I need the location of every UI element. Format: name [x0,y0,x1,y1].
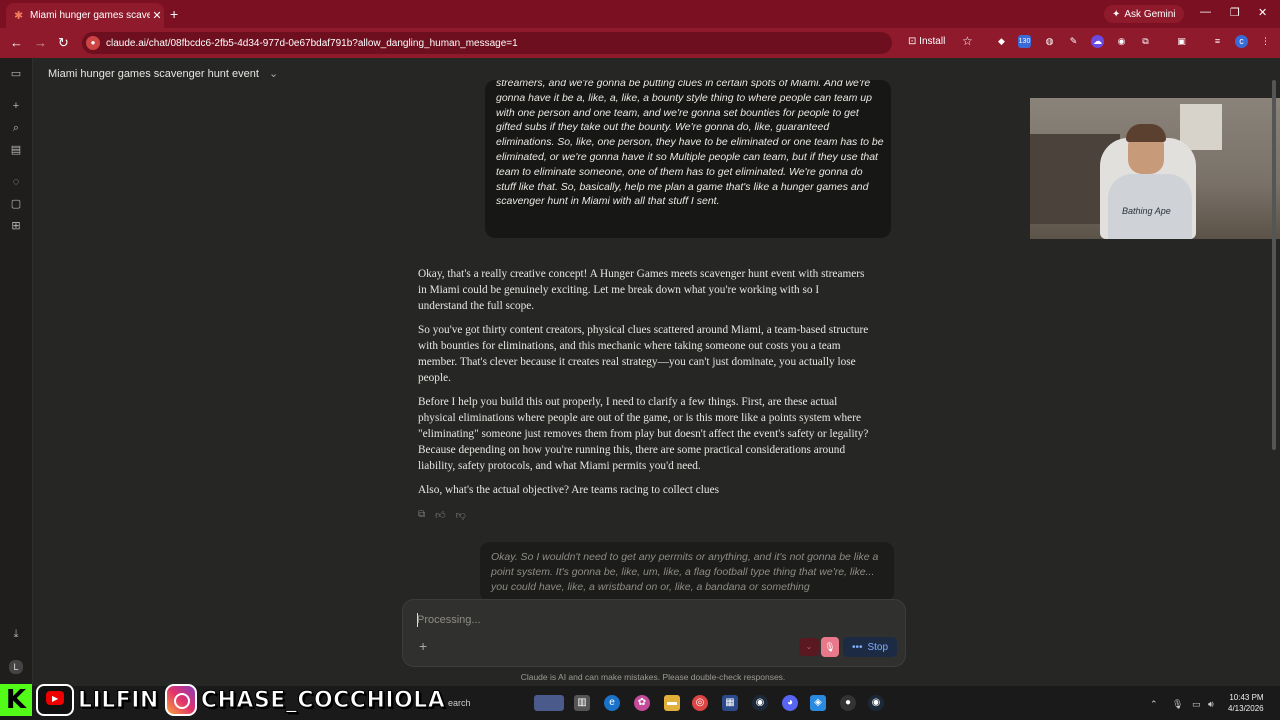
kick-logo-icon: K [0,684,32,716]
user-message-pending: Okay. So I wouldn't need to get any perm… [480,542,894,602]
store-icon[interactable]: ▦ [722,695,738,711]
artifacts-icon[interactable]: ▢ [10,198,22,210]
steam-icon[interactable]: ◉ [752,695,768,711]
app-sidebar: ▭ + ⌕ ▤ ◌ ▢ ⊞ ⤓ L [0,58,33,686]
sidebar-toggle-icon[interactable]: ▭ [10,68,22,80]
tab-close-button[interactable]: ✕ [150,9,164,22]
user-avatar[interactable]: L [9,660,23,674]
chrome-icon[interactable]: ◎ [692,695,708,711]
profile-avatar-icon[interactable]: c [1235,35,1248,48]
obs-icon[interactable]: ● [840,695,856,711]
stop-label: Stop [867,641,889,653]
recording-mic-button[interactable]: 🎙︎ [821,637,839,657]
tray-volume-icon[interactable]: 🔊︎ [1208,699,1214,710]
file-explorer-icon[interactable]: ▬ [664,695,680,711]
message-composer: Processing... + ⌄ 🎙︎ ••• Stop [402,599,906,667]
url-bar[interactable]: ● claude.ai/chat/08fbcdc6-2fb5-4d34-977d… [82,32,892,54]
voice-dropdown-button[interactable]: ⌄ [799,638,819,656]
overlay-handle-youtube: LILFIN [78,687,159,713]
url-text: claude.ai/chat/08fbcdc6-2fb5-4d34-977d-0… [106,37,518,49]
extensions-puzzle-icon[interactable]: ⧉ [1139,35,1152,48]
assistant-paragraph: So you've got thirty content creators, p… [418,324,869,384]
extension-circle-icon[interactable]: ◉ [1115,35,1128,48]
taskbar-clock[interactable]: 10:43 PM 4/13/2026 [1228,692,1264,714]
new-chat-icon[interactable]: + [10,100,22,112]
webcam-window [1180,104,1222,150]
minimize-button[interactable]: — [1200,6,1211,18]
task-view-icon[interactable]: ▥ [574,695,590,711]
reload-button[interactable]: ↻ [58,35,69,51]
apps-grid-icon[interactable]: ⊞ [10,220,22,232]
projects-icon[interactable]: ▤ [10,144,22,156]
assistant-paragraph: Okay, that's a really creative concept! … [418,268,865,312]
tray-mic-icon[interactable]: 🎙︎ [1172,699,1183,710]
gemini-icon: ✦ [1112,8,1121,20]
taskbar-search[interactable]: earch [448,698,471,708]
copilot-icon[interactable]: ✿ [634,695,650,711]
tray-chevron-icon[interactable]: ⌃ [1150,699,1158,710]
claude-favicon-icon: ✱ [14,9,24,22]
maximize-button[interactable]: ❐ [1230,6,1240,19]
disclaimer-text: Claude is AI and can make mistakes. Plea… [520,672,786,682]
extension-cloud-icon[interactable]: ☁ [1091,35,1104,48]
tray-network-icon[interactable]: ▭ [1192,699,1201,710]
scrollbar[interactable] [1272,80,1276,450]
thumbs-down-icon[interactable]: 👎︎ [456,509,466,521]
social-overlay: K ▶ LILFIN CHASE_COCCHIOLA [0,682,445,718]
microphone-icon: ● [86,36,100,50]
clock-date: 4/13/2026 [1228,704,1264,713]
new-tab-button[interactable]: + [170,6,178,22]
dots-icon: ••• [851,641,863,653]
discord-icon[interactable]: ◕ [782,695,798,711]
thumbs-up-icon[interactable]: 👍︎ [435,509,445,521]
browser-tab-bar: ✱ Miami hunger games scave ✕ + ✦ Ask Gem… [0,0,1280,28]
clock-time: 10:43 PM [1229,693,1264,702]
download-icon[interactable]: ⤓ [10,628,22,640]
user-message-text: Okay. So I wouldn't need to get any perm… [491,551,879,593]
app-icon[interactable]: ◈ [810,695,826,711]
ask-gemini-label: Ask Gemini [1124,8,1176,20]
menu-list-icon[interactable]: ≡ [1211,35,1224,48]
chats-icon[interactable]: ◌ [10,176,22,188]
edge-icon[interactable]: e [604,695,620,711]
webcam-shirt-text: Bathing Ape [1122,206,1171,216]
assistant-message: Okay, that's a really creative concept! … [418,266,870,506]
bookmark-star-icon[interactable]: ☆ [962,34,973,48]
sidepanel-icon[interactable]: ▣ [1175,35,1188,48]
tab-title: Miami hunger games scave [30,10,150,21]
assistant-paragraph: Also, what's the actual objective? Are t… [418,484,719,496]
overlay-handle-instagram: CHASE_COCCHIOLA [200,687,446,713]
user-message: streamers, and we're gonna be putting cl… [485,80,891,238]
conversation-title: Miami hunger games scavenger hunt event [48,68,259,80]
youtube-logo-icon: ▶ [36,684,74,716]
chevron-down-icon: ⌄ [268,68,279,80]
extension-diamond-icon[interactable]: ◆ [995,35,1008,48]
copy-icon[interactable]: ⧉ [418,509,425,521]
user-message-text: streamers, and we're gonna be putting cl… [496,80,884,208]
close-window-button[interactable]: ✕ [1258,6,1267,19]
search-icon[interactable]: ⌕ [10,122,22,134]
composer-input[interactable]: Processing... [417,614,481,626]
assistant-paragraph: Before I help you build this out properl… [418,396,869,472]
extension-globe-icon[interactable]: ◍ [1043,35,1056,48]
browser-tab[interactable]: ✱ Miami hunger games scave ✕ [6,3,164,28]
back-button[interactable]: ← [10,35,23,50]
instagram-logo-icon [164,684,197,716]
forward-button[interactable]: → [34,35,47,50]
extension-badge-icon[interactable]: 130 [1018,35,1031,48]
stop-button[interactable]: ••• Stop [843,637,897,657]
webcam-person-hair [1126,124,1166,142]
extension-pen-icon[interactable]: ✎ [1067,35,1080,48]
address-toolbar: ← → ↻ ● claude.ai/chat/08fbcdc6-2fb5-4d3… [0,28,1280,58]
add-attachment-button[interactable]: + [419,638,427,654]
webcam-overlay: Bathing Ape [1030,98,1280,239]
conversation-title-button[interactable]: Miami hunger games scavenger hunt event ⌄ [48,67,278,80]
install-button[interactable]: ⊡ Install [908,36,945,47]
message-actions: ⧉ 👍︎ 👎︎ [418,509,466,521]
search-highlight-icon[interactable] [534,695,564,711]
more-menu-icon[interactable]: ⋮ [1259,35,1272,48]
ask-gemini-button[interactable]: ✦ Ask Gemini [1104,5,1184,23]
steam-icon-2[interactable]: ◉ [868,695,884,711]
